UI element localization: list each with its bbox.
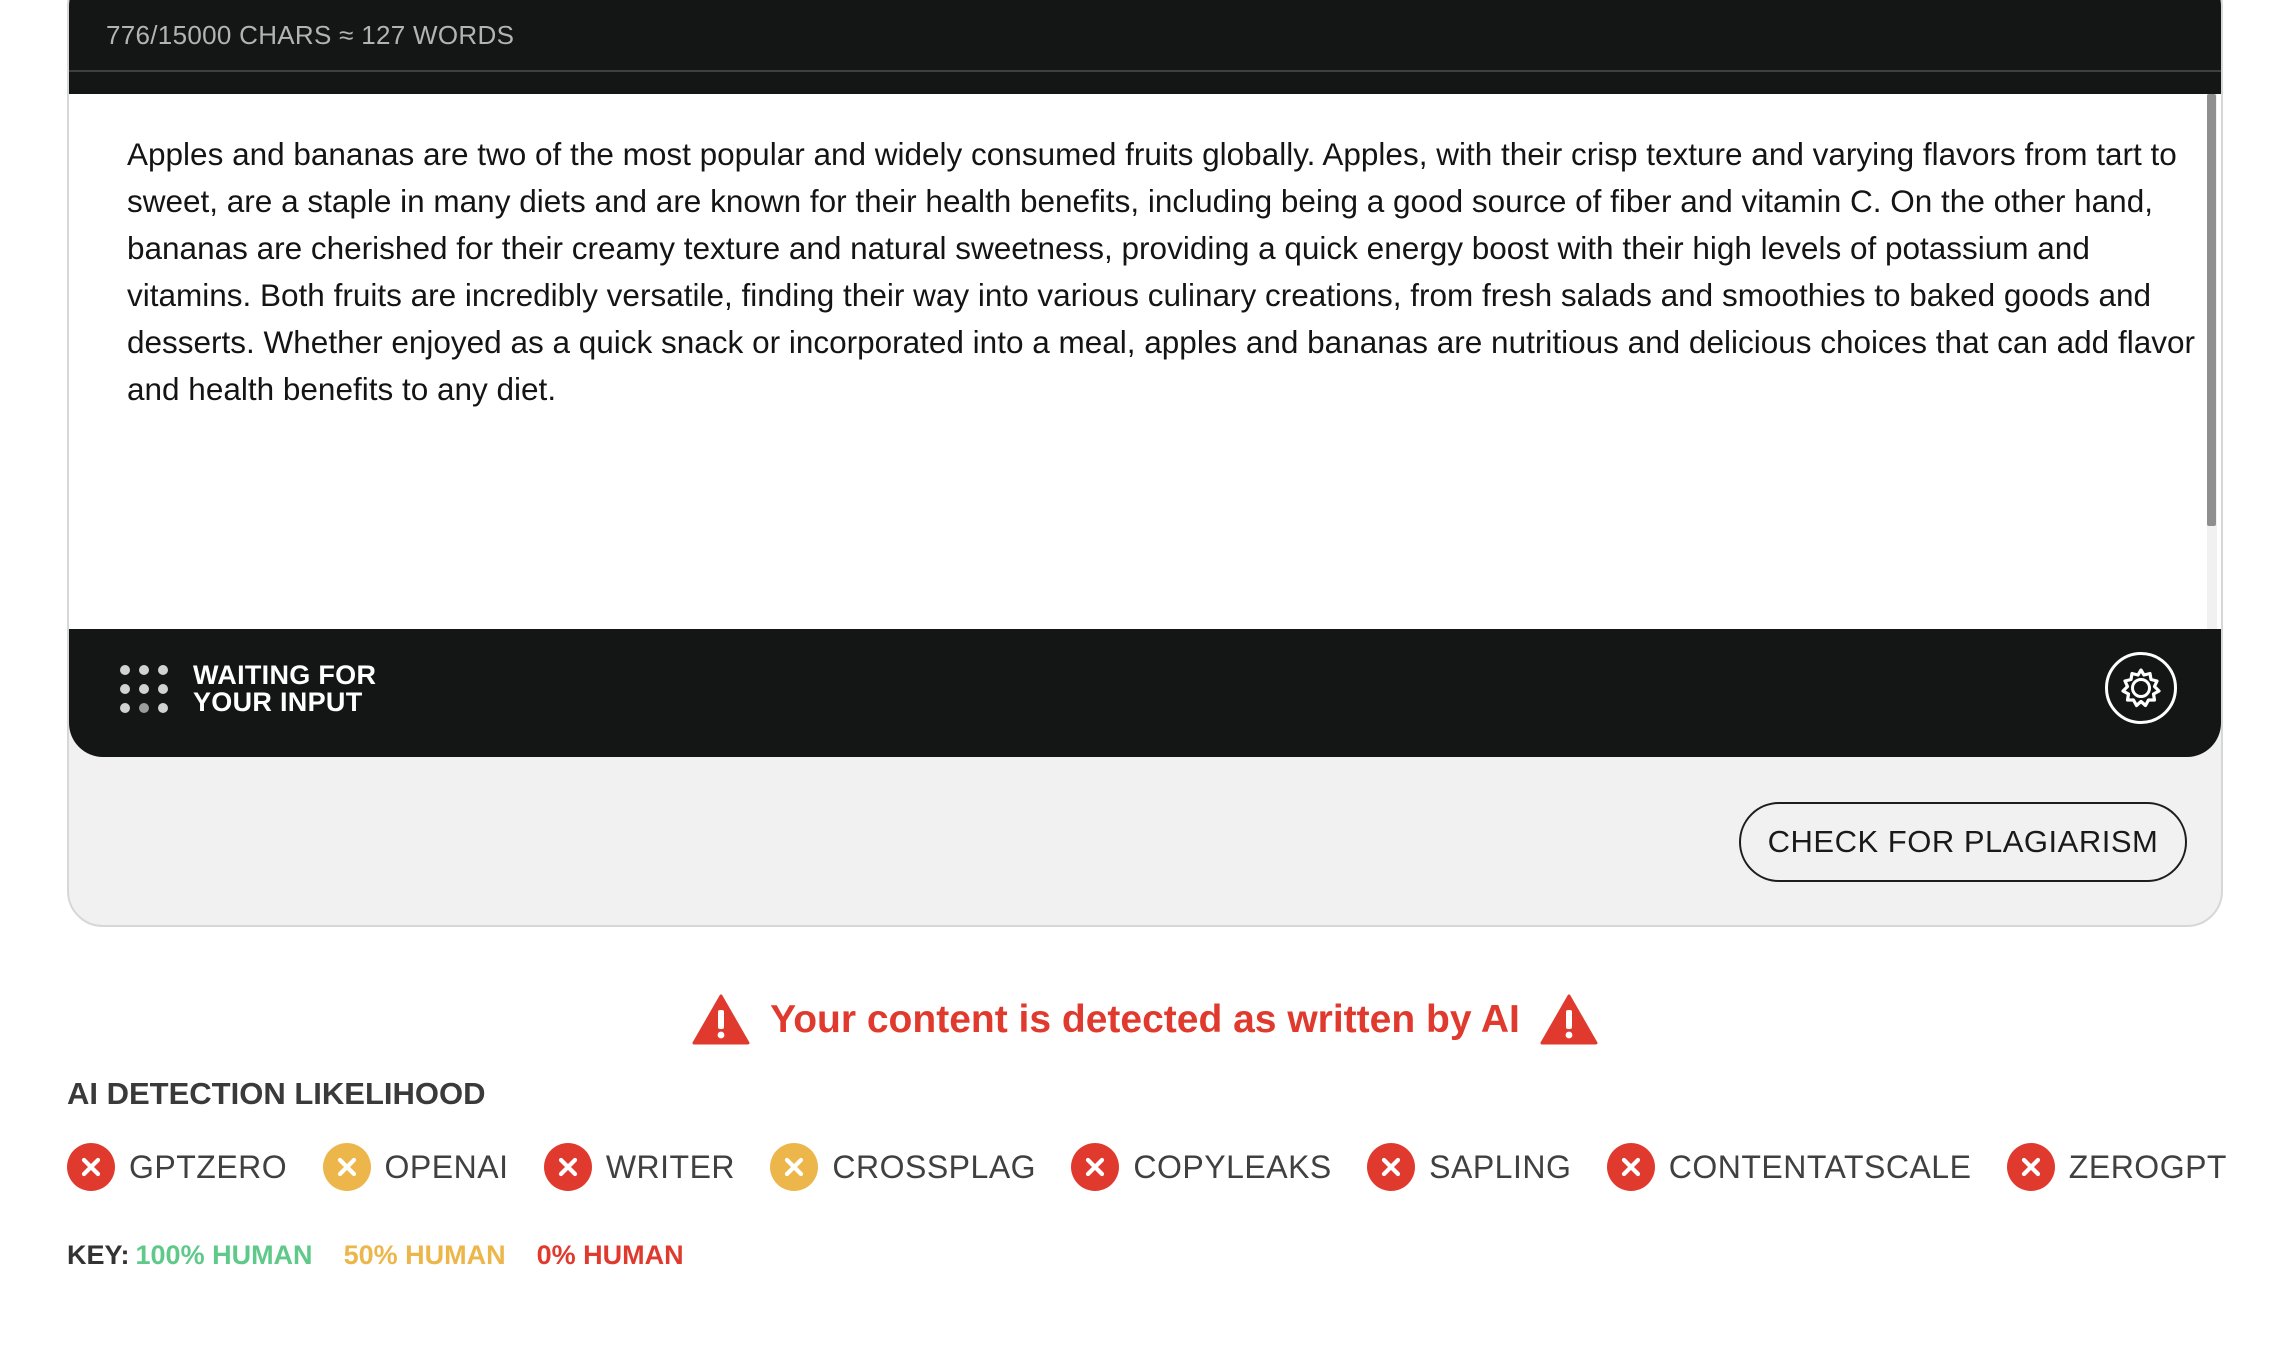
- loading-dots-icon: [120, 665, 168, 713]
- editor-footer: WAITING FOR YOUR INPUT: [69, 629, 2221, 757]
- detector-label: GPTZERO: [129, 1148, 288, 1185]
- text-input[interactable]: Apples and bananas are two of the most p…: [127, 131, 2207, 413]
- gear-icon: [2121, 668, 2161, 708]
- detector-label: CONTENTATSCALE: [1668, 1148, 1972, 1185]
- x-circle-icon: [1606, 1143, 1655, 1191]
- detector-sapling: SAPLING: [1367, 1143, 1571, 1191]
- header-divider: [69, 70, 2221, 72]
- likelihood-key: KEY: 100% HUMAN 50% HUMAN 0% HUMAN: [67, 1240, 684, 1271]
- ai-detection-alert: Your content is detected as written by A…: [0, 990, 2290, 1050]
- status-line-2: YOUR INPUT: [193, 687, 363, 717]
- detector-label: SAPLING: [1429, 1148, 1572, 1185]
- x-circle-icon: [543, 1143, 592, 1191]
- status-text: WAITING FOR YOUR INPUT: [193, 662, 376, 716]
- detector-list: GPTZERO OPENAI WRITER CROSSPLAG COPYLEAK…: [67, 1140, 2227, 1194]
- settings-button[interactable]: [2105, 652, 2177, 724]
- x-circle-icon: [1367, 1143, 1416, 1191]
- warning-triangle-icon: [1540, 994, 1598, 1045]
- x-circle-icon: [67, 1143, 115, 1191]
- detector-label: COPYLEAKS: [1133, 1148, 1332, 1185]
- key-half-human: 50% HUMAN: [343, 1240, 506, 1270]
- detector-gptzero: GPTZERO: [67, 1143, 287, 1191]
- detector-contentatscale: CONTENTATSCALE: [1606, 1143, 1972, 1191]
- check-plagiarism-button[interactable]: CHECK FOR PLAGIARISM: [1739, 802, 2187, 882]
- warning-triangle-icon: [692, 994, 750, 1045]
- x-circle-icon: [322, 1143, 371, 1191]
- detector-openai: OPENAI: [322, 1143, 509, 1191]
- text-input-area[interactable]: Apples and bananas are two of the most p…: [69, 94, 2221, 629]
- key-label: KEY:: [67, 1240, 130, 1270]
- detector-label: ZEROGPT: [2068, 1148, 2227, 1185]
- x-circle-icon: [1071, 1143, 1120, 1191]
- editor-card: 776/15000 CHARS ≈ 127 WORDS Apples and b…: [67, 0, 2223, 927]
- editor-header: 776/15000 CHARS ≈ 127 WORDS: [69, 0, 2221, 94]
- key-zero-human: 0% HUMAN: [536, 1240, 684, 1270]
- status-line-1: WAITING FOR: [193, 660, 377, 690]
- likelihood-title: AI DETECTION LIKELIHOOD: [67, 1076, 486, 1111]
- x-circle-icon: [2006, 1143, 2055, 1191]
- detector-label: WRITER: [605, 1148, 736, 1185]
- alert-message: Your content is detected as written by A…: [770, 998, 1520, 1041]
- detector-label: CROSSPLAG: [832, 1148, 1037, 1185]
- key-human: 100% HUMAN: [135, 1240, 313, 1270]
- detector-copyleaks: COPYLEAKS: [1071, 1143, 1331, 1191]
- detector-label: OPENAI: [384, 1148, 509, 1185]
- x-circle-icon: [770, 1143, 819, 1191]
- detector-crossplag: CROSSPLAG: [770, 1143, 1036, 1191]
- character-counter: 776/15000 CHARS ≈ 127 WORDS: [106, 20, 515, 50]
- scrollbar-thumb[interactable]: [2207, 94, 2216, 526]
- detector-zerogpt: ZEROGPT: [2006, 1143, 2227, 1191]
- detector-writer: WRITER: [543, 1143, 736, 1191]
